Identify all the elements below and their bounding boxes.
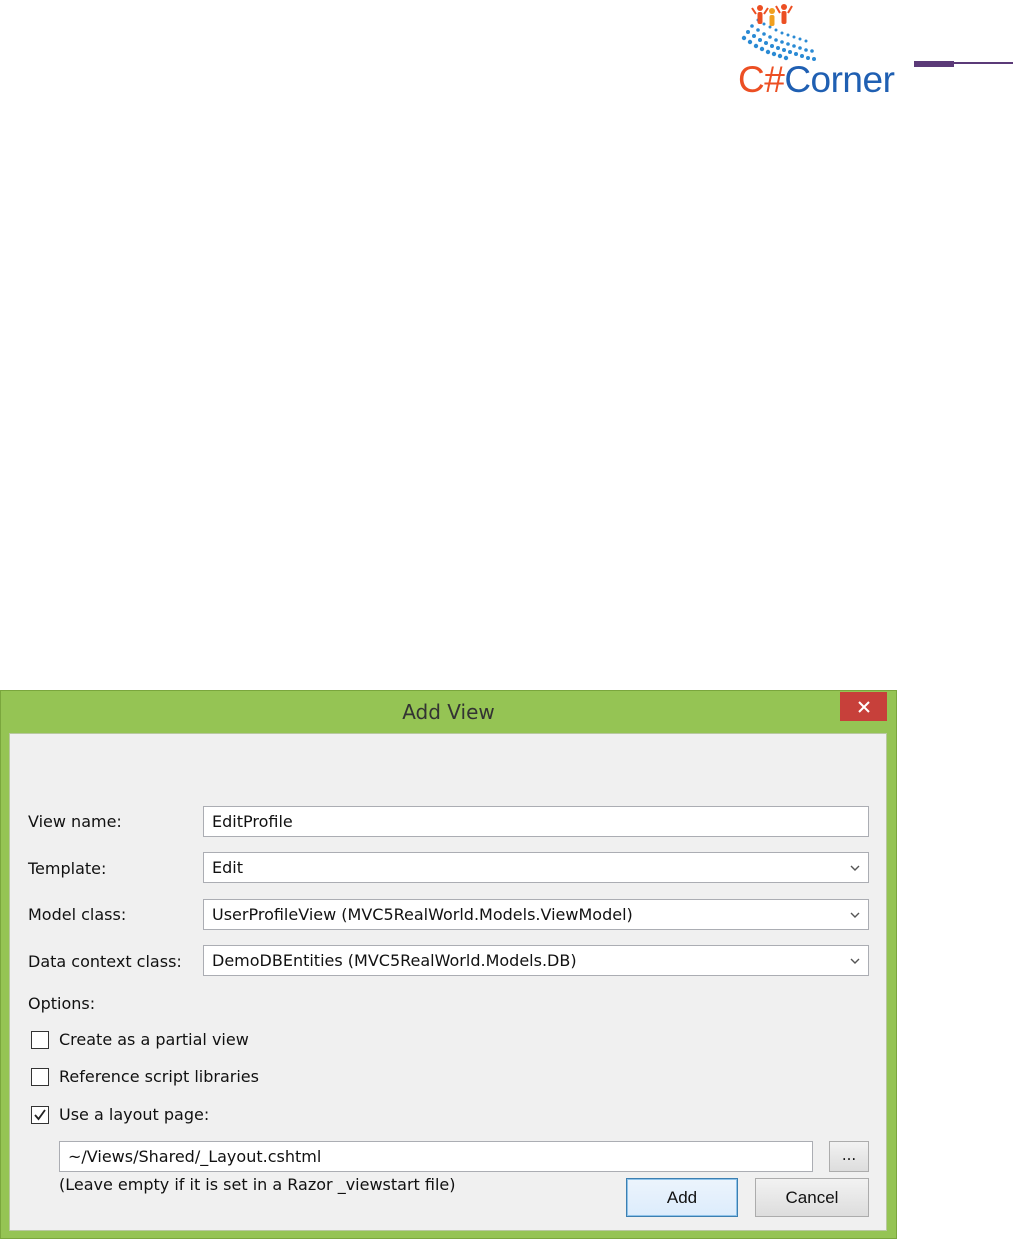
view-name-label: View name: [28,812,122,831]
template-select[interactable]: Edit [203,852,869,883]
header-rule-thick [914,61,954,67]
model-class-select[interactable]: UserProfileView (MVC5RealWorld.Models.Vi… [203,899,869,930]
template-value: Edit [212,858,243,877]
layout-hint-text: (Leave empty if it is set in a Razor _vi… [59,1175,456,1194]
partial-view-label[interactable]: Create as a partial view [59,1030,249,1050]
dialog-titlebar[interactable]: Add View [1,691,896,733]
view-name-input[interactable]: EditProfile [203,806,869,837]
logo-wordmark: C#Corner [738,59,895,101]
template-label: Template: [28,859,107,878]
data-context-label: Data context class: [28,952,182,971]
dialog-body: View name: EditProfile Template: Edit Mo… [9,733,887,1231]
partial-view-checkbox[interactable] [31,1031,49,1049]
close-icon [857,700,870,713]
chevron-down-icon [850,958,860,964]
data-context-value: DemoDBEntities (MVC5RealWorld.Models.DB) [212,951,577,970]
chevron-down-icon [850,865,860,871]
layout-page-label[interactable]: Use a layout page: [59,1105,209,1125]
options-label: Options: [28,994,96,1013]
checkmark-icon [34,1109,46,1121]
layout-path-input[interactable]: ~/Views/Shared/_Layout.cshtml [59,1141,813,1172]
model-class-label: Model class: [28,905,127,924]
csharpcorner-logo: C#Corner [736,2,936,102]
layout-page-checkbox[interactable] [31,1106,49,1124]
browse-button[interactable]: ... [829,1141,869,1172]
script-libraries-label[interactable]: Reference script libraries [59,1067,259,1087]
data-context-select[interactable]: DemoDBEntities (MVC5RealWorld.Models.DB) [203,945,869,976]
logo-people-icon [741,4,816,61]
model-class-value: UserProfileView (MVC5RealWorld.Models.Vi… [212,905,633,924]
logo-text-corner: Corner [784,59,895,100]
dialog-title: Add View [402,700,495,724]
header-rule-thin [954,62,1013,64]
add-view-dialog: Add View View name: EditProfile Template… [0,690,897,1239]
script-libraries-checkbox[interactable] [31,1068,49,1086]
close-button[interactable] [840,692,887,721]
cancel-button[interactable]: Cancel [755,1178,869,1217]
add-button[interactable]: Add [626,1178,738,1217]
logo-text-csharp: C# [738,59,785,100]
chevron-down-icon [850,912,860,918]
